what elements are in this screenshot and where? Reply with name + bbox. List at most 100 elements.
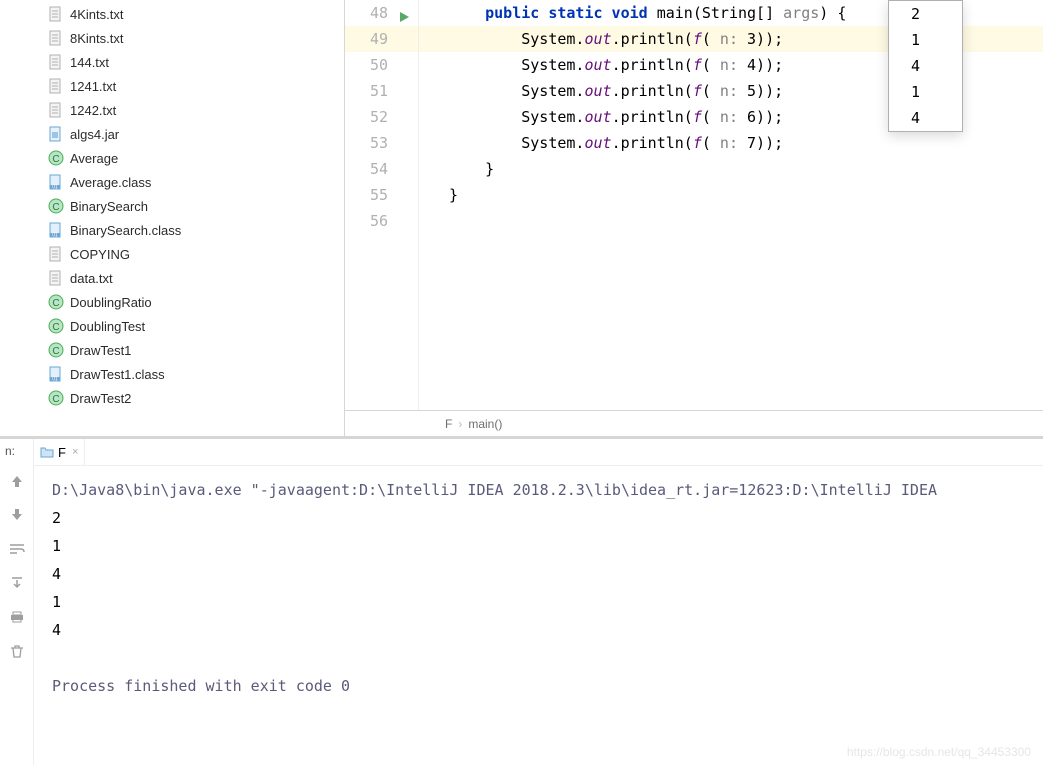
console-line: 1 — [52, 532, 1025, 560]
svg-text:C: C — [52, 202, 59, 213]
tree-item[interactable]: CBinarySearch — [44, 194, 344, 218]
folder-icon — [40, 445, 54, 459]
file-icon: C — [48, 198, 64, 214]
svg-text:C: C — [52, 298, 59, 309]
tree-item-label: 8Kints.txt — [70, 31, 123, 46]
tree-item-label: 1242.txt — [70, 103, 116, 118]
line-number[interactable]: 52 — [345, 104, 418, 130]
up-icon[interactable] — [7, 471, 27, 491]
code-editor[interactable]: 21414 public static void main(String[] a… — [419, 0, 1043, 410]
tree-item[interactable]: C DoublingTest — [44, 314, 344, 338]
close-icon[interactable]: × — [72, 446, 78, 458]
popup-item[interactable]: 1 — [889, 27, 962, 53]
file-icon: C — [48, 318, 64, 334]
run-toolbar — [0, 439, 34, 765]
file-icon — [48, 270, 64, 286]
line-number[interactable]: 55 — [345, 182, 418, 208]
tree-item[interactable]: 01 Average.class — [44, 170, 344, 194]
trash-icon[interactable] — [7, 641, 27, 661]
editor-pane: 484950515253545556 21414 public static v… — [345, 0, 1043, 436]
tree-item[interactable]: 1241.txt — [44, 74, 344, 98]
console-line: 1 — [52, 588, 1025, 616]
file-icon: C — [48, 390, 64, 406]
tree-item[interactable]: 144.txt — [44, 50, 344, 74]
tree-item-label: 1241.txt — [70, 79, 116, 94]
tree-item-label: DoublingTest — [70, 319, 145, 334]
svg-text:01: 01 — [52, 233, 58, 239]
tree-item-label: DrawTest1 — [70, 343, 131, 358]
line-number[interactable]: 48 — [345, 0, 418, 26]
line-number[interactable]: 56 — [345, 208, 418, 234]
console-line: 2 — [52, 504, 1025, 532]
tree-item[interactable]: 8Kints.txt — [44, 26, 344, 50]
file-icon: C — [48, 294, 64, 310]
tree-item-label: BinarySearch.class — [70, 223, 181, 238]
file-icon: 01 — [48, 366, 64, 382]
breadcrumb-item[interactable]: main() — [468, 417, 502, 431]
tree-item[interactable]: C DrawTest2 — [44, 386, 344, 410]
line-gutter[interactable]: 484950515253545556 — [345, 0, 419, 410]
tree-item[interactable]: C DrawTest1 — [44, 338, 344, 362]
popup-item[interactable]: 2 — [889, 1, 962, 27]
breadcrumb-item[interactable]: F — [445, 417, 452, 431]
breadcrumb[interactable]: F › main() — [345, 410, 1043, 436]
tree-item[interactable]: C DoublingRatio — [44, 290, 344, 314]
tree-item[interactable]: 01 BinarySearch.class — [44, 218, 344, 242]
tree-item[interactable]: COPYING — [44, 242, 344, 266]
run-tab-label: F — [58, 445, 66, 460]
svg-text:C: C — [52, 154, 59, 165]
console-blank — [52, 644, 1025, 672]
run-tabs: F × — [34, 439, 1043, 466]
tree-item[interactable]: CAverage — [44, 146, 344, 170]
watermark: https://blog.csdn.net/qq_34453300 — [847, 745, 1031, 759]
chevron-right-icon: › — [458, 417, 462, 431]
tree-item-label: Average.class — [70, 175, 151, 190]
file-icon — [48, 102, 64, 118]
svg-text:01: 01 — [52, 185, 58, 191]
line-number[interactable]: 53 — [345, 130, 418, 156]
svg-text:C: C — [52, 322, 59, 333]
code-line[interactable]: } — [419, 182, 1043, 208]
tree-item[interactable]: data.txt — [44, 266, 344, 290]
file-icon — [48, 78, 64, 94]
scroll-to-end-icon[interactable] — [7, 573, 27, 593]
code-line[interactable]: } — [419, 156, 1043, 182]
console-exit: Process finished with exit code 0 — [52, 672, 1025, 700]
code-line[interactable] — [419, 208, 1043, 234]
line-number[interactable]: 51 — [345, 78, 418, 104]
line-number[interactable]: 50 — [345, 52, 418, 78]
file-icon — [48, 126, 64, 142]
popup-item[interactable]: 1 — [889, 79, 962, 105]
file-icon: 01 — [48, 174, 64, 190]
print-icon[interactable] — [7, 607, 27, 627]
tree-item-label: 144.txt — [70, 55, 109, 70]
tree-item[interactable]: 1242.txt — [44, 98, 344, 122]
line-number[interactable]: 49 — [345, 26, 418, 52]
file-icon — [48, 54, 64, 70]
project-tree[interactable]: 4Kints.txt 8Kints.txt 144.txt 1241.txt 1242.… — [0, 0, 345, 436]
code-line[interactable]: System.out.println(f( n: 7)); — [419, 130, 1043, 156]
console-line: 4 — [52, 560, 1025, 588]
tree-item-label: DoublingRatio — [70, 295, 152, 310]
soft-wrap-icon[interactable] — [7, 539, 27, 559]
down-icon[interactable] — [7, 505, 27, 525]
run-tab[interactable]: F × — [34, 439, 85, 465]
tree-item[interactable]: 4Kints.txt — [44, 2, 344, 26]
run-label: n: — [5, 444, 15, 458]
popup-item[interactable]: 4 — [889, 105, 962, 131]
console-output[interactable]: D:\Java8\bin\java.exe "-javaagent:D:\Int… — [34, 466, 1043, 765]
tree-item-label: 4Kints.txt — [70, 7, 123, 22]
file-icon — [48, 6, 64, 22]
hint-popup[interactable]: 21414 — [888, 0, 963, 132]
tree-item[interactable]: algs4.jar — [44, 122, 344, 146]
tree-item-label: DrawTest1.class — [70, 367, 165, 382]
tree-item-label: DrawTest2 — [70, 391, 131, 406]
file-icon: C — [48, 150, 64, 166]
svg-text:C: C — [52, 346, 59, 357]
tree-item[interactable]: 01 DrawTest1.class — [44, 362, 344, 386]
popup-item[interactable]: 4 — [889, 53, 962, 79]
svg-text:C: C — [52, 394, 59, 405]
file-icon: 01 — [48, 222, 64, 238]
line-number[interactable]: 54 — [345, 156, 418, 182]
file-icon — [48, 30, 64, 46]
